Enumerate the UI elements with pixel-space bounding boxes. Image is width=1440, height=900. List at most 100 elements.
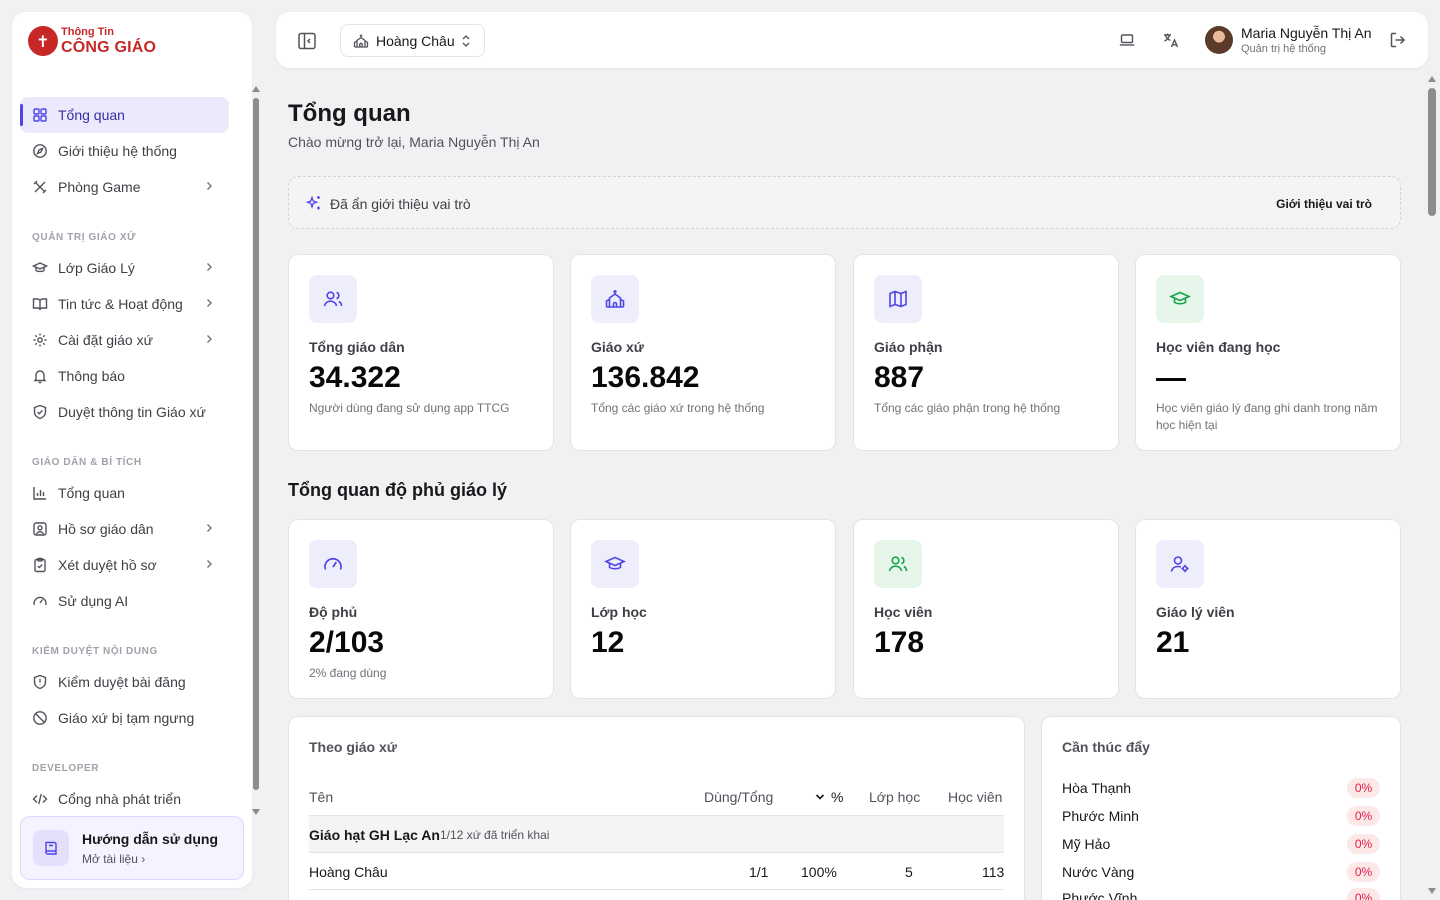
- sidebar-item-news[interactable]: Tin tức & Hoạt động: [20, 286, 229, 322]
- column-header-used[interactable]: Dùng/Tổng: [704, 789, 773, 805]
- guide-subtitle: Mở tài liệu: [82, 851, 138, 866]
- graduation-cap-icon: [591, 540, 639, 588]
- push-item-name[interactable]: Phước Vĩnh: [1062, 890, 1137, 900]
- sidebar-item-label: Sử dụng AI: [58, 593, 129, 609]
- page-title: Tổng quan: [288, 100, 411, 127]
- sidebar-item-suspended-parishes[interactable]: Giáo xứ bị tạm ngưng: [20, 700, 229, 736]
- column-header-percent[interactable]: %: [831, 789, 843, 805]
- stat-label: Giáo xứ: [591, 339, 644, 355]
- by-parish-panel: Theo giáo xứ Tên Dùng/Tổng % Lớp học Học…: [288, 716, 1025, 900]
- sidebar-item-label: Hồ sơ giáo dân: [58, 521, 154, 537]
- column-header-classes[interactable]: Lớp học: [869, 789, 920, 805]
- chevrons-up-down-icon: [462, 35, 470, 47]
- chevron-right-icon: [207, 524, 212, 532]
- language-button[interactable]: [1160, 29, 1182, 51]
- cell-percent: 100%: [801, 864, 837, 880]
- bell-icon: [32, 368, 48, 384]
- section-title: KIỂM DUYỆT NỘI DUNG: [32, 646, 158, 657]
- coverage-card-students: Học viên 178: [853, 519, 1119, 699]
- graduation-cap-icon: [32, 260, 48, 276]
- book-open-icon: [32, 296, 48, 312]
- sidebar-item-developer-portal[interactable]: Cổng nhà phát triển: [20, 781, 229, 808]
- gauge-icon: [309, 540, 357, 588]
- sidebar-item-label: Lớp Giáo Lý: [58, 260, 135, 276]
- logout-icon[interactable]: [1388, 30, 1408, 50]
- sidebar-item-approve-parish[interactable]: Duyệt thông tin Giáo xứ: [20, 394, 229, 430]
- push-item-name[interactable]: Phước Minh: [1062, 808, 1139, 824]
- sidebar: ✝ Thông Tin CÔNG GIÁO Tổng quan Giới thi…: [12, 12, 260, 888]
- sort-chevron-down-icon[interactable]: [815, 792, 825, 802]
- sidebar-toggle-icon[interactable]: [296, 30, 318, 52]
- graduation-cap-icon: [1156, 275, 1204, 323]
- sidebar-item-label: Xét duyệt hồ sơ: [58, 557, 157, 573]
- sidebar-item-label: Thông báo: [58, 368, 125, 384]
- cell-classes: 5: [905, 864, 913, 880]
- column-header-name[interactable]: Tên: [309, 789, 333, 805]
- clipboard-check-icon: [32, 557, 48, 573]
- sidebar-item-label: Tổng quan: [58, 485, 125, 501]
- chevron-right-icon: [207, 263, 212, 271]
- ban-icon: [32, 710, 48, 726]
- scroll-up-arrow-icon[interactable]: [1428, 76, 1436, 82]
- cell-name: Hoàng Châu: [309, 864, 388, 880]
- stat-label: Tổng giáo dân: [309, 339, 405, 355]
- sidebar-item-review-profiles[interactable]: Xét duyệt hồ sơ: [20, 547, 229, 583]
- push-item-name[interactable]: Hòa Thạnh: [1062, 780, 1131, 796]
- scroll-down-arrow-icon[interactable]: [252, 809, 260, 815]
- group-meta: 1/12 xứ đã triển khai: [440, 828, 550, 842]
- stat-card-dioceses: Giáo phận 887 Tổng các giáo phận trong h…: [853, 254, 1119, 451]
- sidebar-item-overview[interactable]: Tổng quan: [20, 97, 229, 133]
- sidebar-item-parishioner-overview[interactable]: Tổng quan: [20, 475, 229, 511]
- parish-name: Hoàng Châu: [376, 32, 455, 49]
- sidebar-item-moderate-posts[interactable]: Kiểm duyệt bài đăng: [20, 664, 229, 700]
- scroll-up-arrow-icon[interactable]: [252, 86, 260, 92]
- sidebar-item-profiles[interactable]: Hồ sơ giáo dân: [20, 511, 229, 547]
- church-icon: [591, 275, 639, 323]
- sidebar-scrollbar[interactable]: [252, 84, 260, 820]
- stat-description: Người dùng đang sử dụng app TTCG: [309, 401, 510, 415]
- user-name: Maria Nguyễn Thị An: [1241, 25, 1372, 41]
- push-item-name[interactable]: Mỹ Hảo: [1062, 836, 1110, 852]
- stat-description: Tổng các giáo xứ trong hệ thống: [591, 401, 765, 415]
- sidebar-item-notifications[interactable]: Thông báo: [20, 358, 229, 394]
- coverage-card-rate: Độ phủ 2/103 2% đang dùng: [288, 519, 554, 699]
- sidebar-item-intro[interactable]: Giới thiệu hệ thống: [20, 133, 229, 169]
- stat-value: 887: [874, 361, 925, 394]
- role-intro-button[interactable]: Giới thiệu vai trò: [1276, 197, 1372, 211]
- table-group-row[interactable]: Giáo hạt GH Lạc An 1/12 xứ đã triển khai: [309, 815, 1004, 853]
- device-button[interactable]: [1116, 29, 1138, 51]
- parish-selector[interactable]: Hoàng Châu: [340, 24, 485, 57]
- sidebar-item-catechism-class[interactable]: Lớp Giáo Lý: [20, 250, 229, 286]
- stat-value: 178: [874, 626, 925, 659]
- sparkles-icon: [305, 195, 320, 210]
- sidebar-item-ai-usage[interactable]: Sử dụng AI: [20, 583, 229, 619]
- user-role: Quản trị hệ thống: [1241, 43, 1327, 55]
- empty-value-dash: [1156, 378, 1186, 381]
- panel-title: Theo giáo xứ: [309, 739, 397, 755]
- user-guide-card[interactable]: Hướng dẫn sử dụng Mở tài liệu ›: [20, 816, 244, 880]
- shield-check-icon: [32, 404, 48, 420]
- chevron-right-icon: [207, 335, 212, 343]
- avatar[interactable]: [1205, 26, 1233, 54]
- stat-card-parishioners: Tổng giáo dân 34.322 Người dùng đang sử …: [288, 254, 554, 451]
- column-header-students[interactable]: Học viên: [948, 789, 1002, 805]
- laptop-icon: [1119, 34, 1135, 46]
- scrollbar-thumb[interactable]: [253, 98, 259, 790]
- sidebar-item-parish-settings[interactable]: Cài đặt giáo xứ: [20, 322, 229, 358]
- sidebar-item-game-room[interactable]: Phòng Game: [20, 169, 229, 205]
- push-item-name[interactable]: Nước Vàng: [1062, 864, 1134, 880]
- stat-value: 136.842: [591, 361, 700, 394]
- chevron-right-icon: [207, 560, 212, 568]
- main-content: Tổng quan Chào mừng trở lại, Maria Nguyễ…: [276, 80, 1422, 900]
- users-icon: [874, 540, 922, 588]
- sidebar-item-label: Kiểm duyệt bài đăng: [58, 674, 186, 690]
- chevron-right-icon: [207, 182, 212, 190]
- scroll-down-arrow-icon[interactable]: [1428, 888, 1436, 894]
- compass-icon: [32, 143, 48, 159]
- scrollbar-thumb[interactable]: [1428, 88, 1436, 216]
- main-scrollbar[interactable]: [1426, 72, 1440, 900]
- group-name: Giáo hạt GH Lạc An: [309, 827, 440, 843]
- brand-logo[interactable]: ✝ Thông Tin CÔNG GIÁO: [28, 24, 156, 58]
- guide-open-docs-link[interactable]: Mở tài liệu ›: [82, 852, 218, 866]
- stat-value: 12: [591, 626, 625, 659]
